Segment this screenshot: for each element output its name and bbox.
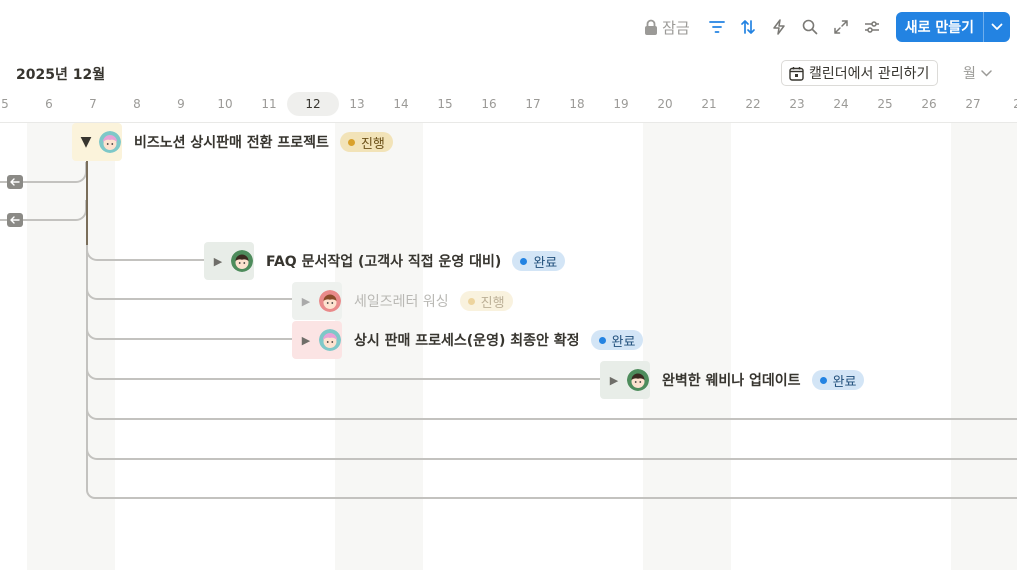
status-dot (347, 138, 355, 146)
offscreen-link-left[interactable] (7, 175, 23, 189)
timeline-item[interactable]: ▶ 세일즈레터 워싱 진행 (292, 281, 513, 321)
collapse-toggle-icon[interactable]: ▼ (79, 134, 93, 150)
status-label: 완료 (832, 374, 857, 390)
status-dot (467, 297, 475, 305)
status-dot (819, 376, 827, 384)
status-badge: 완료 (512, 251, 566, 271)
timeline-item[interactable]: ▶ FAQ 문서작업 (고객사 직접 운영 대비) 완료 (204, 241, 566, 281)
timeline-view: 잠금 새로 만들기 2025년 12월 캘린더에서 관리하기 월 5 6 7 8… (0, 0, 1017, 570)
avatar (627, 369, 649, 391)
item-title[interactable]: 완벽한 웨비나 업데이트 (662, 370, 801, 390)
status-badge: 진행 (459, 291, 513, 311)
status-badge: 진행 (339, 132, 393, 152)
item-bar[interactable]: ▶ (204, 242, 254, 280)
avatar (319, 290, 341, 312)
status-dot (520, 257, 528, 265)
status-label: 진행 (480, 295, 505, 311)
timeline-item[interactable]: ▼ 비즈노션 상시판매 전환 프로젝트 진행 (72, 122, 393, 162)
timeline-item[interactable]: ▶ 완벽한 웨비나 업데이트 완료 (600, 360, 865, 400)
status-dot (598, 336, 606, 344)
item-title[interactable]: 비즈노션 상시판매 전환 프로젝트 (134, 132, 329, 152)
item-title[interactable]: FAQ 문서작업 (고객사 직접 운영 대비) (266, 251, 501, 271)
item-bar[interactable]: ▼ (72, 123, 122, 161)
status-label: 완료 (533, 255, 558, 271)
avatar (231, 250, 253, 272)
avatar (99, 131, 121, 153)
item-title[interactable]: 세일즈레터 워싱 (354, 291, 449, 311)
status-badge: 완료 (590, 330, 644, 350)
expand-toggle-icon[interactable]: ▶ (299, 334, 313, 347)
expand-toggle-icon[interactable]: ▶ (211, 255, 225, 268)
item-bar[interactable]: ▶ (292, 282, 342, 320)
item-bar[interactable]: ▶ (600, 361, 650, 399)
avatar (319, 329, 341, 351)
item-title[interactable]: 상시 판매 프로세스(운영) 최종안 확정 (354, 330, 580, 350)
status-badge: 완료 (811, 370, 865, 390)
item-bar[interactable]: ▶ (292, 321, 342, 359)
offscreen-link-left[interactable] (7, 213, 23, 227)
expand-toggle-icon[interactable]: ▶ (299, 295, 313, 308)
status-label: 완료 (611, 334, 636, 350)
arrow-left-icon (10, 178, 20, 186)
expand-toggle-icon[interactable]: ▶ (607, 374, 621, 387)
arrow-left-icon (10, 216, 20, 224)
status-label: 진행 (360, 136, 385, 152)
timeline-item[interactable]: ▶ 상시 판매 프로세스(운영) 최종안 확정 완료 (292, 320, 644, 360)
